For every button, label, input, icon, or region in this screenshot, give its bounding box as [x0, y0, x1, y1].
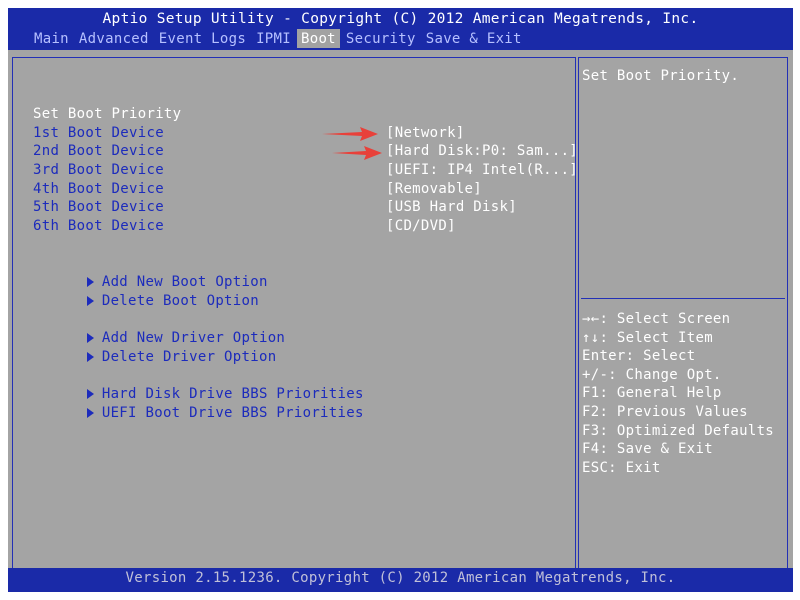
key-hint-exit: ESC: Exit: [582, 459, 661, 476]
annotation-arrow-icon: [322, 127, 378, 141]
key-hint-select-screen: →←: Select Screen: [582, 311, 731, 327]
boot-device-5-value[interactable]: [USB Hard Disk]: [386, 198, 517, 217]
tab-ipmi[interactable]: IPMI: [252, 29, 295, 48]
submenu-hdd-bbs-priorities[interactable]: Hard Disk Drive BBS Priorities: [17, 366, 364, 402]
boot-device-4-value[interactable]: [Removable]: [386, 180, 482, 199]
version-bar: Version 2.15.1236. Copyright (C) 2012 Am…: [8, 568, 793, 592]
submenu-add-driver-option[interactable]: Add New Driver Option: [17, 310, 285, 346]
key-hint-general-help: F1: General Help: [582, 385, 722, 402]
boot-device-4-label[interactable]: 4th Boot Device: [33, 180, 164, 199]
submenu-add-boot-option[interactable]: Add New Boot Option: [17, 254, 268, 290]
help-panel: Set Boot Priority. →←: Select Screen ↑↓:…: [578, 57, 788, 569]
bios-screen: Aptio Setup Utility - Copyright (C) 2012…: [8, 8, 793, 592]
tab-advanced[interactable]: Advanced: [75, 29, 153, 48]
boot-device-2-value[interactable]: [Hard Disk:P0: Sam...]: [386, 142, 578, 161]
help-divider: [581, 298, 785, 299]
submenu-arrow-icon: [86, 295, 94, 306]
boot-device-6-value[interactable]: [CD/DVD]: [386, 217, 456, 236]
help-description: Set Boot Priority.: [582, 68, 740, 84]
key-hint-change-opt: +/-: Change Opt.: [582, 366, 722, 383]
boot-device-6-label[interactable]: 6th Boot Device: [33, 217, 164, 236]
tab-bar: Main Advanced Event Logs IPMI Boot Secur…: [30, 29, 528, 48]
section-title: Set Boot Priority: [33, 106, 182, 122]
tab-boot[interactable]: Boot: [296, 29, 340, 48]
tab-main[interactable]: Main: [30, 29, 73, 48]
submenu-arrow-icon: [86, 407, 94, 418]
tab-security[interactable]: Security: [342, 29, 420, 48]
submenu-delete-driver-option[interactable]: Delete Driver Option: [17, 329, 276, 365]
boot-device-1-label[interactable]: 1st Boot Device: [33, 124, 164, 143]
key-hint-optimized-defaults: F3: Optimized Defaults: [582, 422, 775, 439]
submenu-delete-boot-option[interactable]: Delete Boot Option: [17, 273, 259, 309]
boot-device-2-label[interactable]: 2nd Boot Device: [33, 142, 164, 161]
title-bar: Aptio Setup Utility - Copyright (C) 2012…: [8, 8, 793, 50]
version-text: Version 2.15.1236. Copyright (C) 2012 Am…: [125, 570, 676, 586]
key-hint-previous-values: F2: Previous Values: [582, 403, 748, 420]
submenu-label: Delete Boot Option: [101, 292, 259, 309]
submenu-label: UEFI Boot Drive BBS Priorities: [101, 404, 364, 421]
app-title: Aptio Setup Utility - Copyright (C) 2012…: [102, 11, 699, 27]
main-area: Set Boot Priority 1st Boot Device [Netwo…: [8, 50, 793, 576]
key-hint-enter: Enter: Select: [582, 348, 696, 365]
annotation-arrow-icon: [332, 146, 382, 160]
submenu-label: Delete Driver Option: [101, 348, 277, 365]
boot-device-3-label[interactable]: 3rd Boot Device: [33, 161, 164, 180]
boot-device-3-value[interactable]: [UEFI: IP4 Intel(R...]: [386, 161, 578, 180]
boot-device-1-value[interactable]: [Network]: [386, 124, 465, 143]
tab-save-exit[interactable]: Save & Exit: [422, 29, 526, 48]
submenu-uefi-bbs-priorities[interactable]: UEFI Boot Drive BBS Priorities: [17, 385, 364, 421]
key-legend: →←: Select Screen ↑↓: Select Item Enter:…: [582, 310, 774, 477]
boot-device-5-label[interactable]: 5th Boot Device: [33, 198, 164, 217]
submenu-arrow-icon: [86, 351, 94, 362]
settings-panel: Set Boot Priority 1st Boot Device [Netwo…: [12, 57, 578, 569]
key-hint-save-exit: F4: Save & Exit: [582, 441, 713, 458]
tab-event-logs[interactable]: Event Logs: [155, 29, 250, 48]
key-hint-select-item: ↑↓: Select Item: [582, 329, 713, 346]
